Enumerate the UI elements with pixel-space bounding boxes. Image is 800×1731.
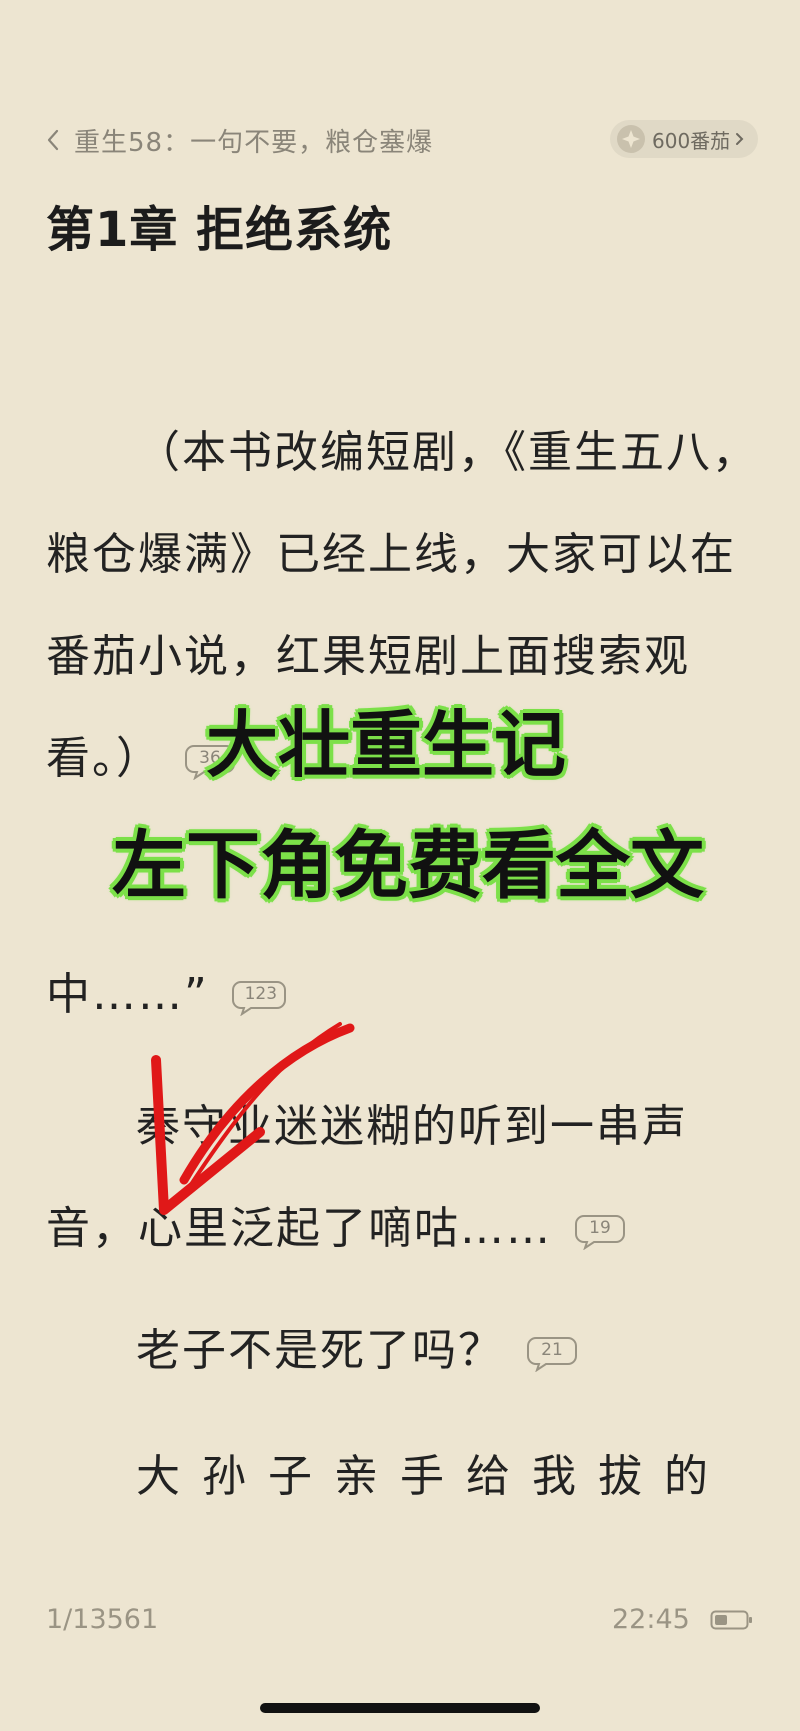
page-progress: 1/13561: [46, 1604, 159, 1635]
overlay-subheadline[interactable]: 左下角免费看全文: [112, 806, 704, 913]
red-arrow-icon: [140, 1010, 360, 1234]
comment-count: 123: [244, 984, 278, 1004]
chapter-title: 第1章 拒绝系统: [46, 202, 393, 258]
back-button[interactable]: 重生58：一句不要，粮仓塞爆: [46, 120, 433, 160]
chevron-left-icon: [46, 120, 68, 160]
coins-button[interactable]: 600番茄: [610, 120, 758, 158]
top-bar: 重生58：一句不要，粮仓塞爆 600番茄: [0, 118, 800, 162]
text-line-content: 看。）: [46, 733, 162, 784]
overlay-headline: 大壮重生记: [206, 703, 567, 787]
text-line-content: 番茄小说，红果短剧上面搜索观: [46, 631, 690, 682]
text-line-content: 粮仓爆满》已经上线，大家可以在: [46, 529, 736, 580]
book-title[interactable]: 重生58：一句不要，粮仓塞爆: [74, 122, 433, 159]
text-line-content: 大孙子亲手给我拔的: [136, 1451, 730, 1502]
text-line: （本书改编短剧，《重生五八，: [136, 416, 758, 480]
coins-label: 600番茄: [652, 128, 731, 153]
battery-icon: [710, 1608, 754, 1636]
comment-count-badge[interactable]: 19: [574, 1212, 630, 1250]
comment-count: 19: [589, 1218, 611, 1238]
text-line: 大孙子亲手给我拔的: [136, 1440, 730, 1504]
text-line-content: （本书改编短剧，《重生五八，: [136, 427, 758, 478]
text-line: 老子不是死了吗？ 21: [136, 1314, 582, 1378]
sparkle-coin-icon: [616, 124, 646, 154]
text-line: 粮仓爆满》已经上线，大家可以在: [46, 518, 736, 582]
text-line: 番茄小说，红果短剧上面搜索观: [46, 620, 690, 684]
text-line-content: 老子不是死了吗？: [136, 1325, 504, 1376]
comment-count-badge[interactable]: 21: [526, 1334, 582, 1372]
clock-time: 22:45: [612, 1604, 690, 1635]
comment-count: 21: [541, 1340, 563, 1360]
home-indicator[interactable]: [260, 1703, 540, 1713]
chevron-right-icon: [734, 129, 746, 149]
